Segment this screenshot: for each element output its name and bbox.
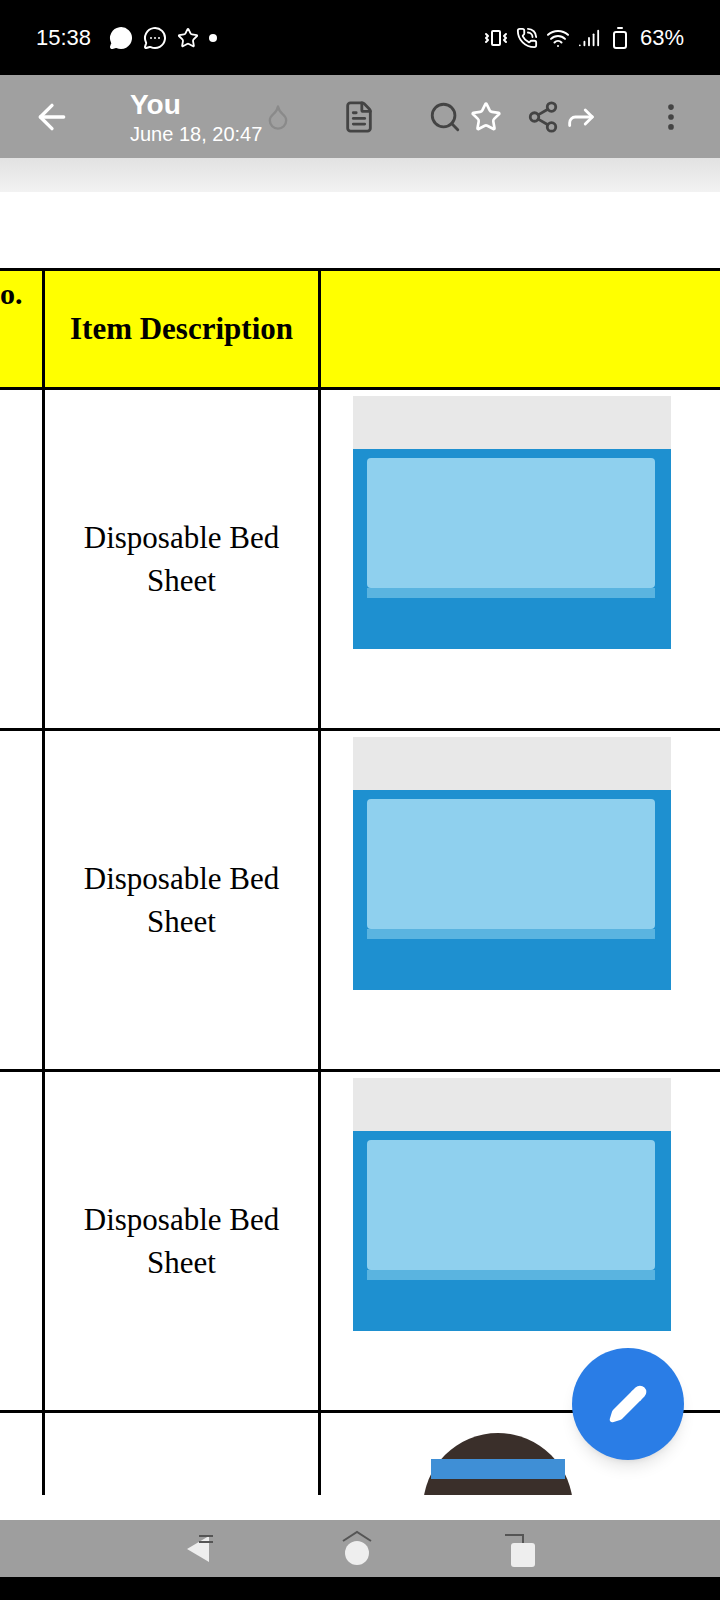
item-description: Disposable Bed Sheet	[45, 731, 321, 1069]
wifi-icon	[546, 26, 570, 50]
column-header: o.	[0, 271, 45, 387]
column-header	[321, 271, 720, 387]
toolbar-subtitle: June 18, 20:47	[130, 122, 262, 147]
back-nav-icon[interactable]	[181, 1532, 215, 1566]
search-icon[interactable]	[428, 100, 462, 134]
status-time: 15:38	[36, 21, 91, 54]
column-header: Item Description	[45, 271, 321, 387]
chat-icon	[143, 26, 167, 50]
toolbar-title: You	[130, 87, 262, 122]
recents-nav-icon[interactable]	[499, 1529, 539, 1569]
table-row: Disposable Bed Sheet	[0, 390, 720, 731]
forward-icon[interactable]	[564, 100, 598, 134]
product-photo	[353, 396, 671, 649]
screen: 15:38 63% YouJune 18, 20:47 o.Item Descript…	[0, 0, 720, 1600]
wifi-call-icon	[516, 27, 538, 49]
status-bar: 15:38 63%	[0, 0, 720, 75]
app-icon	[177, 27, 199, 49]
message-icon	[109, 26, 133, 50]
star-icon[interactable]	[470, 101, 502, 133]
item-description: Disposable Bed Sheet	[45, 1072, 321, 1410]
edit-button[interactable]	[572, 1348, 684, 1460]
toolbar: YouJune 18, 20:47	[0, 75, 720, 158]
vibrate-icon	[484, 26, 508, 50]
table-header: o.Item Description	[0, 268, 720, 390]
more-icon[interactable]	[654, 100, 688, 134]
navigation-bar	[0, 1520, 720, 1577]
signal-icon	[578, 27, 600, 49]
dot-icon	[209, 34, 217, 42]
back-icon[interactable]	[32, 97, 72, 137]
battery-icon	[608, 26, 632, 50]
document-icon[interactable]	[342, 100, 376, 134]
battery-level: 63%	[640, 21, 684, 54]
table: o.Item DescriptionDisposable Bed SheetDi…	[0, 268, 720, 1495]
item-description	[45, 1413, 321, 1495]
product-photo	[353, 737, 671, 990]
product-photo	[353, 1078, 671, 1331]
table-row: Disposable Bed Sheet	[0, 731, 720, 1072]
share-icon[interactable]	[526, 100, 560, 134]
item-description: Disposable Bed Sheet	[45, 390, 321, 728]
toolbar-shadow	[0, 158, 720, 192]
filter-icon[interactable]	[264, 103, 292, 131]
pencil-icon	[608, 1384, 648, 1424]
home-nav-icon[interactable]	[337, 1529, 377, 1569]
